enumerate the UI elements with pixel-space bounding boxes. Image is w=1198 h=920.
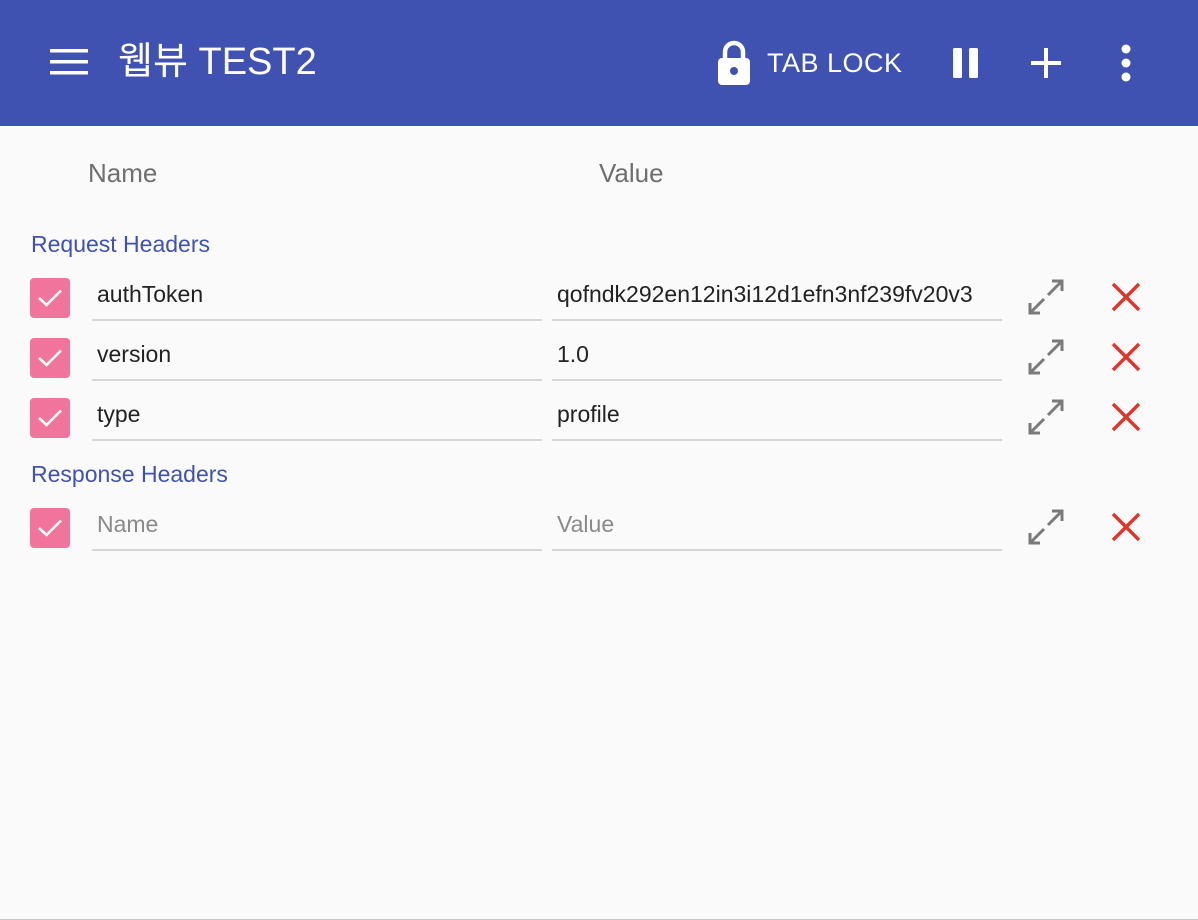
checkmark-icon (38, 519, 62, 537)
row-checkbox[interactable] (30, 508, 70, 548)
close-icon (1111, 512, 1141, 542)
row-checkbox[interactable] (30, 398, 70, 438)
header-name-input[interactable]: Name (92, 500, 542, 551)
lock-icon (708, 36, 760, 90)
header-value-field[interactable]: qofndk292en12in3i12d1efn3nf239fv20v3 (552, 270, 1002, 321)
pause-button[interactable] (939, 36, 993, 90)
add-tab-button[interactable] (1019, 36, 1073, 90)
header-name-field[interactable]: authToken (92, 270, 542, 321)
more-vertical-icon (1121, 44, 1131, 82)
more-options-button[interactable] (1099, 36, 1153, 90)
checkmark-icon (38, 289, 62, 307)
expand-button[interactable] (1022, 503, 1070, 551)
expand-icon (1028, 399, 1064, 435)
request-header-row: type profile (0, 390, 1198, 450)
header-value-field[interactable]: profile (552, 390, 1002, 441)
header-name-field[interactable]: version (92, 330, 542, 381)
delete-button[interactable] (1104, 275, 1148, 319)
delete-button[interactable] (1104, 335, 1148, 379)
delete-button[interactable] (1104, 505, 1148, 549)
request-header-row: authToken qofndk292en12in3i12d1efn3nf239… (0, 270, 1198, 330)
expand-button[interactable] (1022, 333, 1070, 381)
close-icon (1111, 402, 1141, 432)
expand-button[interactable] (1022, 273, 1070, 321)
expand-icon (1028, 509, 1064, 545)
hamburger-menu-icon (50, 49, 88, 75)
checkmark-icon (38, 409, 62, 427)
column-header-name: Name (88, 158, 158, 188)
menu-button[interactable] (40, 38, 100, 86)
expand-icon (1028, 339, 1064, 375)
response-headers-label: Response Headers (31, 461, 228, 487)
column-header-value: Value (599, 158, 664, 188)
expand-icon (1028, 279, 1064, 315)
header-value-field[interactable]: 1.0 (552, 330, 1002, 381)
row-checkbox[interactable] (30, 338, 70, 378)
request-headers-label: Request Headers (31, 231, 210, 257)
close-icon (1111, 282, 1141, 312)
tab-lock-button[interactable]: TAB LOCK (708, 36, 903, 90)
checkmark-icon (38, 349, 62, 367)
expand-button[interactable] (1022, 393, 1070, 441)
delete-button[interactable] (1104, 395, 1148, 439)
response-header-row: Name Value (0, 500, 1198, 560)
row-checkbox[interactable] (30, 278, 70, 318)
page-title: 웹뷰 TEST2 (118, 41, 317, 83)
header-name-field[interactable]: type (92, 390, 542, 441)
header-value-input[interactable]: Value (552, 500, 1002, 551)
tab-lock-label: TAB LOCK (767, 48, 903, 78)
pause-icon (953, 48, 978, 78)
plus-icon (1031, 48, 1061, 78)
close-icon (1111, 342, 1141, 372)
app-bar: 웹뷰 TEST2 TAB LOCK (0, 0, 1198, 126)
request-header-row: version 1.0 (0, 330, 1198, 390)
